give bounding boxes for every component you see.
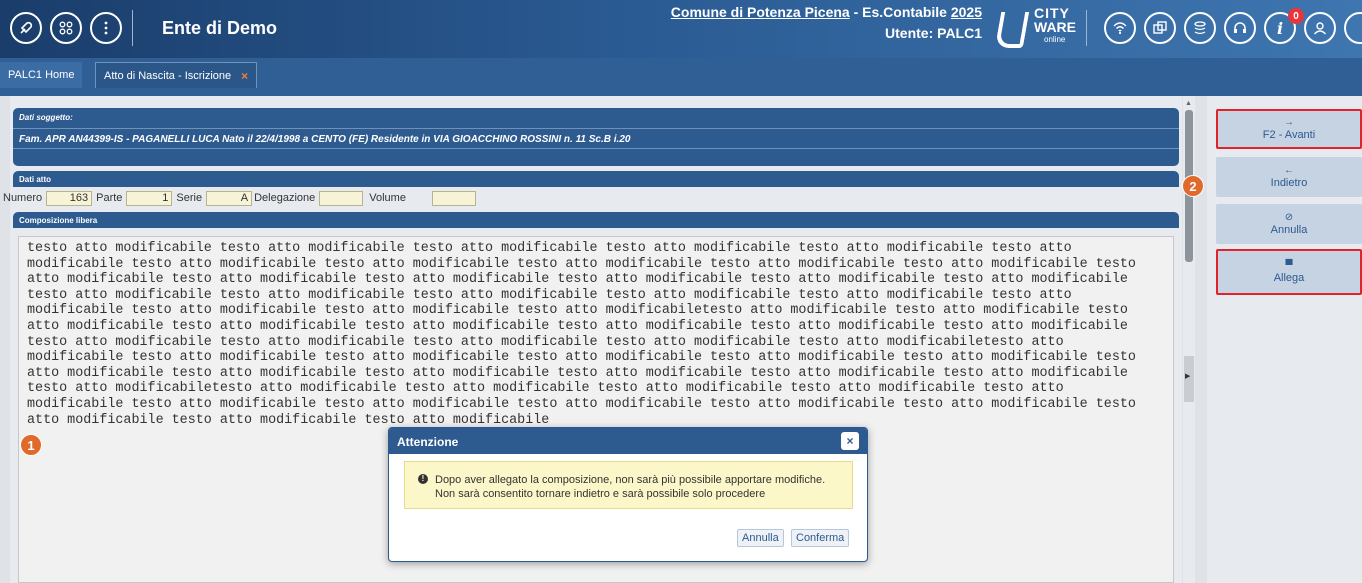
delegazione-field[interactable]	[319, 190, 364, 206]
avanti-label: F2 - Avanti	[1262, 129, 1316, 141]
composizione-header: Composizione libera	[13, 212, 1179, 228]
tab-atto-label: Atto di Nascita - Iscrizione	[104, 69, 232, 82]
volume-label: Volume	[369, 192, 406, 204]
serie-field[interactable]: A	[206, 190, 253, 206]
logo-text-ware: WARE	[1034, 19, 1076, 35]
numero-label: Numero	[3, 192, 43, 204]
subject-text: Fam. APR AN44399-IS - PAGANELLI LUCA Nat…	[19, 134, 631, 145]
tab-home[interactable]: PALC1 Home	[0, 62, 83, 88]
text-line: atto modificabile testo atto modificabil…	[27, 318, 1128, 334]
warning-line-2: Non sarà consentito tornare indietro e s…	[435, 488, 766, 500]
arrow-left-icon: ←	[1284, 165, 1294, 176]
user-icon[interactable]	[1304, 12, 1336, 44]
indietro-button[interactable]: ← Indietro	[1216, 157, 1362, 197]
atto-fields: Numero 163 Parte 1 Serie A Delegazione V…	[3, 190, 480, 206]
more-icon[interactable]	[1344, 12, 1362, 44]
dialog-cancel-button[interactable]: Annulla	[737, 529, 784, 547]
avanti-button[interactable]: → F2 - Avanti	[1216, 109, 1362, 149]
text-line: atto modificabile testo atto modificabil…	[27, 272, 1128, 288]
utente-label: Utente: PALC1	[885, 25, 982, 41]
grid-icon[interactable]	[50, 12, 82, 44]
cancel-icon: ⊘	[1284, 212, 1294, 223]
indietro-label: Indietro	[1270, 177, 1308, 189]
annulla-label: Annulla	[1270, 224, 1308, 236]
rocket-icon[interactable]	[10, 12, 42, 44]
subject-divider-2	[13, 148, 1179, 149]
dialog-warning-box: ! Dopo aver allegato la composizione, no…	[404, 461, 853, 509]
dati-atto-header: Dati atto	[13, 171, 1179, 187]
comune-link[interactable]: Comune di Potenza Picena	[671, 4, 850, 20]
numero-field[interactable]: 163	[46, 190, 93, 206]
tab-bar: PALC1 Home Atto di Nascita - Iscrizione ×	[0, 58, 1362, 88]
cityware-logo: CITY WARE online	[994, 4, 1078, 50]
subject-divider	[13, 128, 1179, 129]
subject-label: Dati soggetto:	[19, 113, 73, 122]
year-link[interactable]: 2025	[951, 4, 982, 20]
text-line: atto modificabile testo atto modificabil…	[27, 412, 550, 428]
stack-icon[interactable]	[1184, 12, 1216, 44]
annulla-button[interactable]: ⊘ Annulla	[1216, 204, 1362, 244]
ente-title: Ente di Demo	[162, 18, 278, 38]
delegazione-label: Delegazione	[254, 192, 316, 204]
top-separator-2	[1086, 10, 1087, 46]
parte-label: Parte	[96, 192, 123, 204]
text-line: atto modificabile testo atto modificabil…	[27, 365, 1128, 381]
logo-text-city: CITY	[1034, 5, 1070, 21]
info-menu-icon[interactable]	[90, 12, 122, 44]
top-separator	[132, 10, 133, 46]
headset-icon[interactable]	[1224, 12, 1256, 44]
tab-close-icon[interactable]: ×	[241, 69, 248, 83]
logo-shape	[994, 12, 1030, 48]
text-line: testo atto modificabiletesto atto modifi…	[27, 381, 1064, 397]
arrow-right-icon: →	[1284, 117, 1294, 128]
tab-stripe	[0, 88, 1362, 96]
dialog-title: Attenzione	[389, 428, 867, 454]
top-bar: Ente di Demo Comune di Potenza Picena - …	[0, 0, 1362, 58]
wifi-icon[interactable]	[1104, 12, 1136, 44]
dialog-confirm-button[interactable]: Conferma	[791, 529, 850, 547]
allega-label: Allega	[1273, 272, 1305, 284]
allega-button[interactable]: ▀ Allega	[1216, 249, 1362, 295]
step-badge-2: 2	[1182, 175, 1204, 197]
tab-atto-nascita[interactable]: Atto di Nascita - Iscrizione ×	[95, 62, 258, 88]
app-window: Ente di Demo Comune di Potenza Picena - …	[0, 0, 1362, 583]
warning-icon: !	[418, 474, 428, 484]
scrollbar[interactable]: ▲ ▶	[1183, 96, 1195, 583]
logo-text-online: online	[1044, 35, 1066, 44]
dialog-close-icon[interactable]: ×	[841, 432, 859, 450]
subject-panel: Dati soggetto: Fam. APR AN44399-IS - PAG…	[13, 108, 1179, 166]
window-icon[interactable]	[1144, 12, 1176, 44]
serie-label: Serie	[176, 192, 203, 204]
step-badge-1: 1	[20, 434, 42, 456]
scroll-up-arrow-icon[interactable]: ▲	[1185, 100, 1192, 107]
text-line: testo atto modificabile testo atto modif…	[27, 287, 1072, 303]
text-line: testo atto modificabile testo atto modif…	[27, 334, 1064, 350]
text-line: modificabile testo atto modificabile tes…	[27, 303, 1128, 319]
action-panel: → F2 - Avanti ← Indietro ⊘ Annulla ▀ All…	[1207, 96, 1362, 583]
text-line: modificabile testo atto modificabile tes…	[27, 396, 1136, 412]
volume-field[interactable]	[431, 190, 476, 206]
notification-badge[interactable]: 0	[1288, 8, 1304, 24]
text-line: modificabile testo atto modificabile tes…	[27, 350, 1136, 366]
text-line: testo atto modificabile testo atto modif…	[27, 241, 1072, 256]
tab-home-label: PALC1 Home	[8, 69, 75, 81]
comune-es-label: - Es.Contabile	[849, 4, 951, 20]
warning-line-1: Dopo aver allegato la composizione, non …	[435, 474, 826, 486]
expand-arrow-icon[interactable]: ▶	[1185, 372, 1190, 380]
attenzione-dialog: Attenzione × ! Dopo aver allegato la com…	[388, 427, 868, 562]
parte-field[interactable]: 1	[126, 190, 173, 206]
folder-icon: ▀	[1285, 260, 1293, 271]
text-line: modificabile testo atto modificabile tes…	[27, 256, 1136, 272]
comune-line: Comune di Potenza Picena - Es.Contabile …	[560, 4, 982, 20]
